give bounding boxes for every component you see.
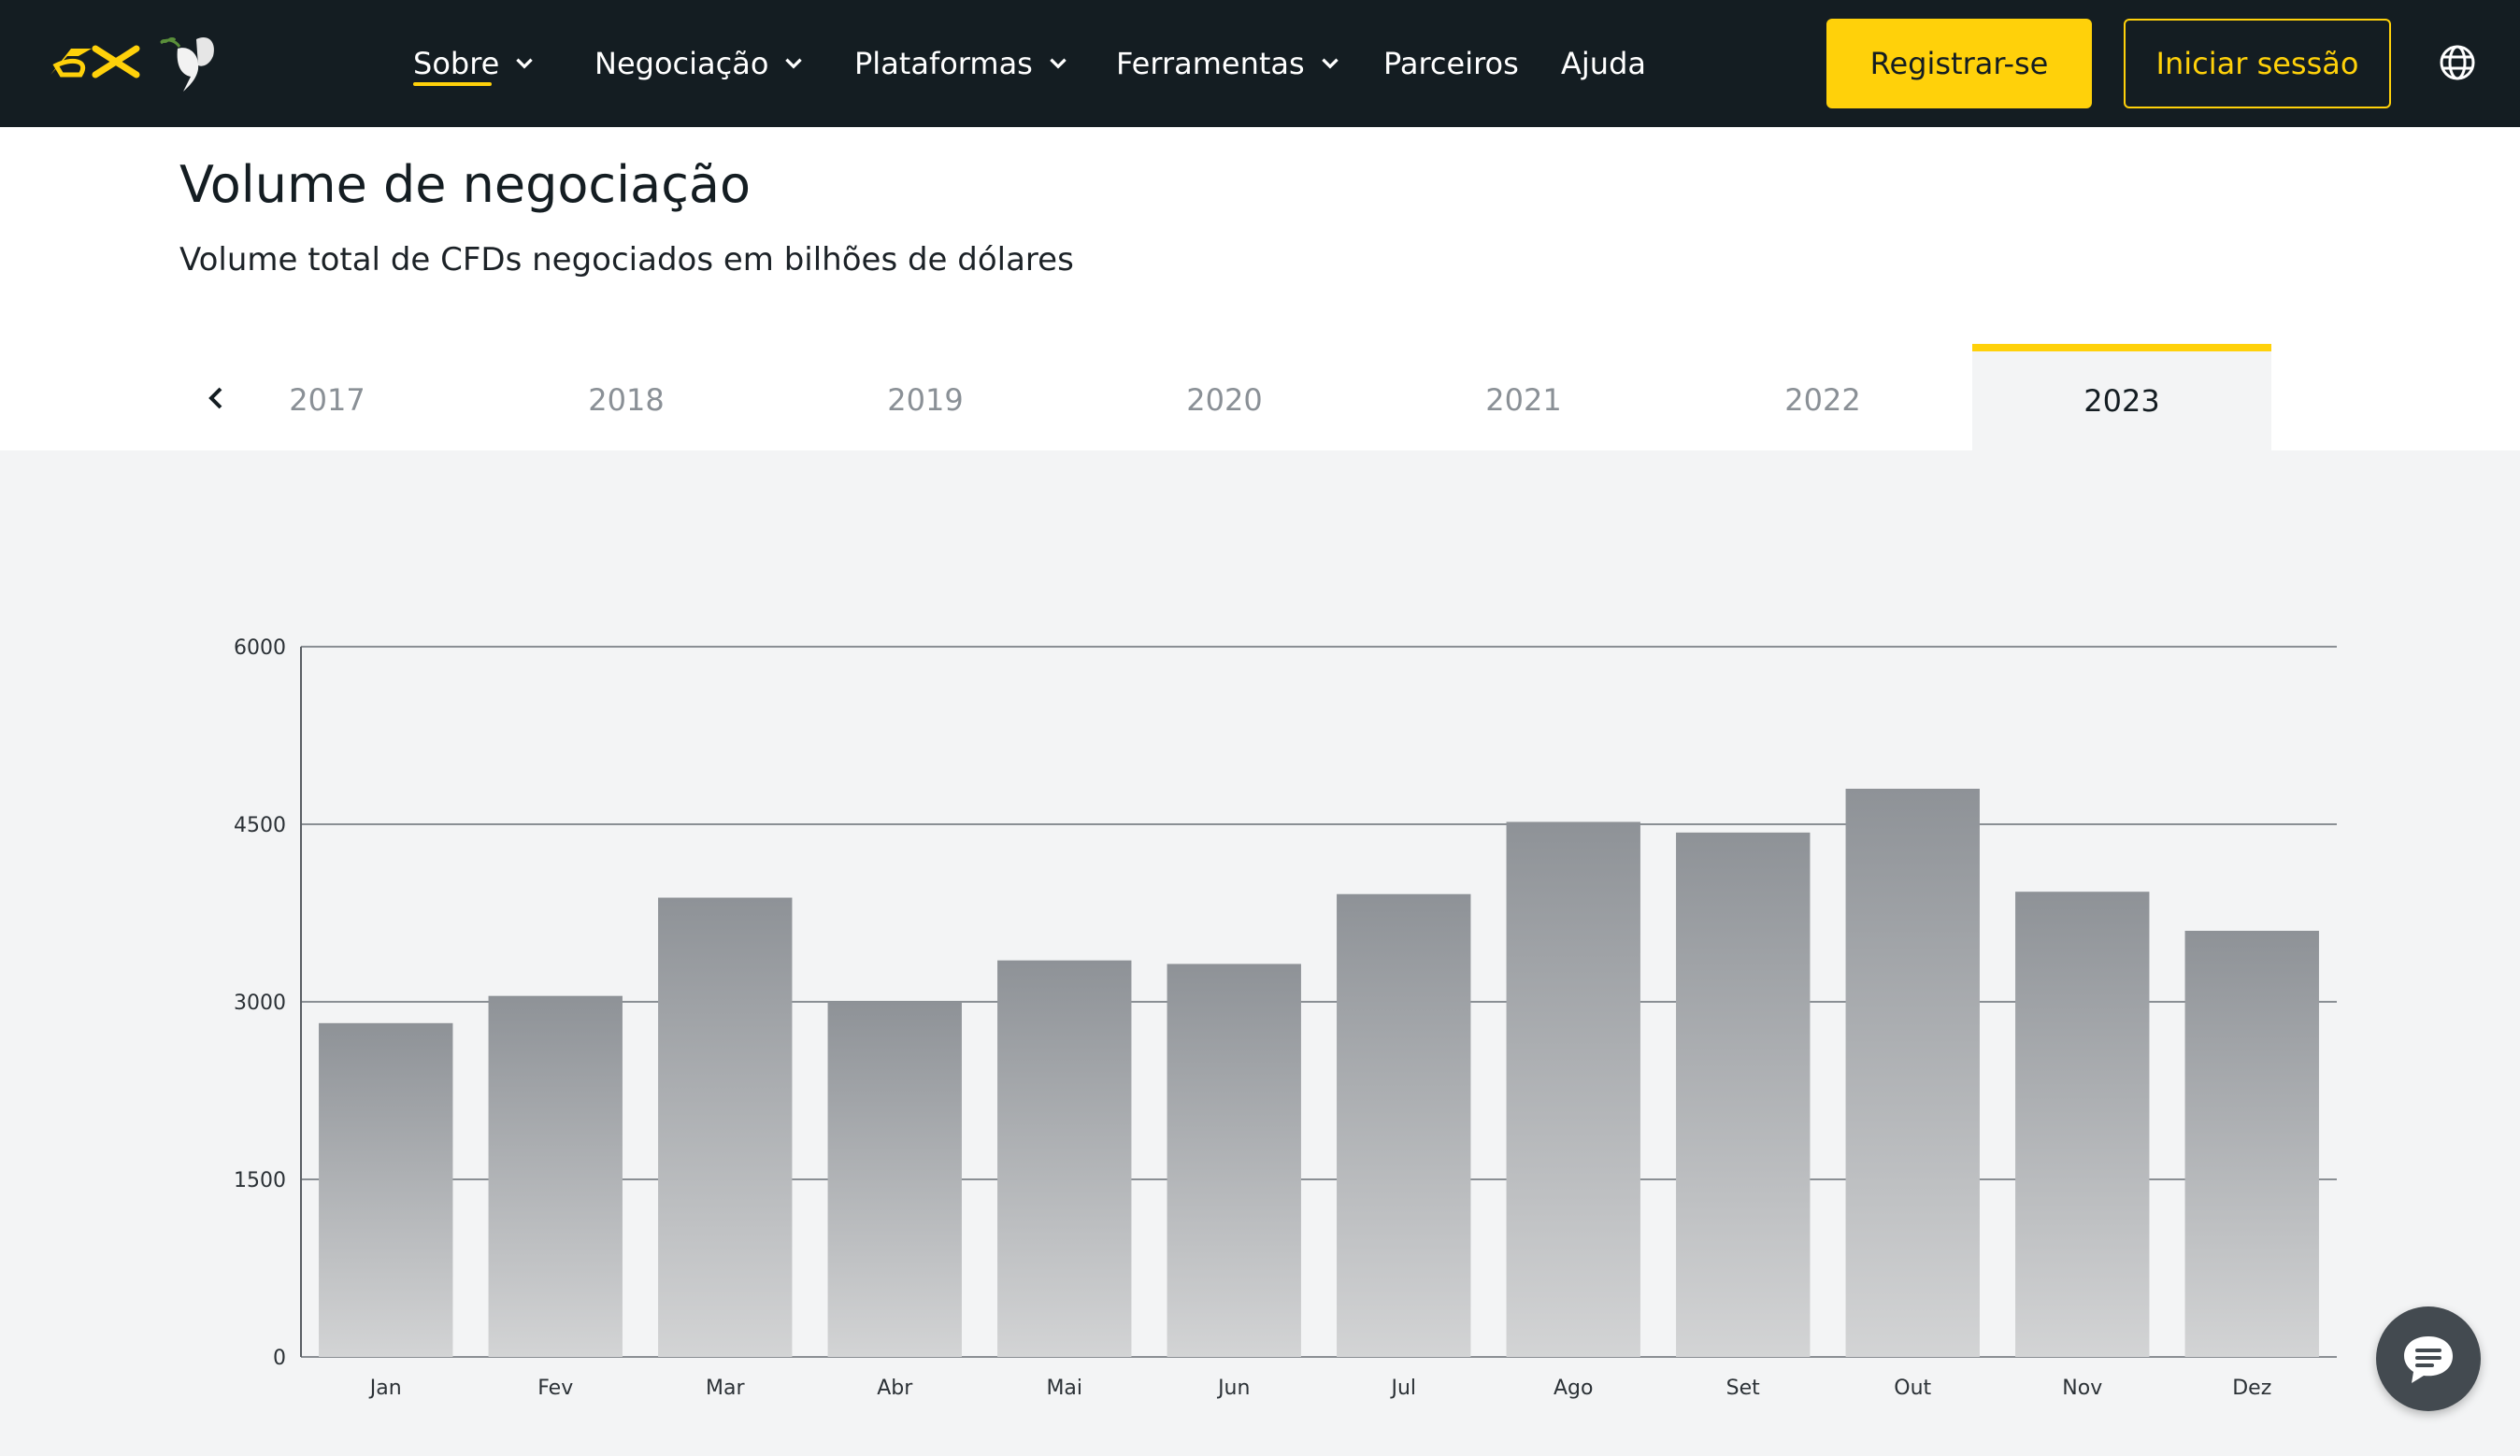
- chat-bubble-icon: [2404, 1336, 2453, 1383]
- trading-volume-chart: 0 1500 3000 4500 6000 Jan Fev Mar Abr Mai Jun Jul Ag…: [234, 636, 2337, 1400]
- x-tick-label: Mar: [706, 1377, 745, 1400]
- nav-ajuda[interactable]: Ajuda: [1561, 37, 1646, 90]
- bar-dez[interactable]: [2184, 931, 2319, 1357]
- x-tick-label: Jun: [1216, 1377, 1250, 1400]
- dove-icon: [160, 37, 214, 92]
- bar-nov[interactable]: [2015, 892, 2150, 1357]
- bar-jan[interactable]: [319, 1022, 453, 1357]
- chat-button[interactable]: [2376, 1306, 2481, 1411]
- year-tab-label: 2018: [588, 382, 665, 418]
- year-tab-2020[interactable]: 2020: [1075, 344, 1374, 450]
- year-tab-label: 2017: [289, 382, 365, 418]
- nav-ferramentas[interactable]: Ferramentas: [1116, 37, 1342, 90]
- bar-mai[interactable]: [997, 960, 1132, 1357]
- bar-out[interactable]: [1845, 789, 1980, 1357]
- bar-set[interactable]: [1676, 832, 1811, 1357]
- chevron-down-icon: [1321, 58, 1339, 69]
- bar-fev[interactable]: [488, 995, 623, 1357]
- bar-abr[interactable]: [827, 1002, 962, 1357]
- chevron-down-icon: [785, 58, 803, 69]
- year-tab-label: 2022: [1784, 382, 1861, 418]
- year-tab-label: 2020: [1186, 382, 1263, 418]
- year-tab-2022[interactable]: 2022: [1673, 344, 1972, 450]
- bar-jun[interactable]: [1167, 964, 1301, 1357]
- nav-parceiros[interactable]: Parceiros: [1383, 37, 1519, 90]
- x-tick-label: Nov: [2062, 1377, 2102, 1400]
- x-tick-label: Jan: [368, 1377, 402, 1400]
- register-button[interactable]: Registrar-se: [1826, 19, 2092, 108]
- x-tick-label: Out: [1894, 1377, 1931, 1400]
- x-tick-label: Mai: [1046, 1377, 1082, 1400]
- nav-negociacao[interactable]: Negociação: [594, 37, 806, 90]
- y-tick-label: 0: [273, 1347, 286, 1370]
- year-tab-label: 2021: [1485, 382, 1562, 418]
- globe-icon[interactable]: [2438, 43, 2477, 82]
- bar-jul[interactable]: [1337, 893, 1471, 1357]
- page-title: Volume de negociação: [179, 155, 752, 214]
- nav-ferramentas-label: Ferramentas: [1116, 46, 1305, 81]
- bar-ago[interactable]: [1506, 821, 1640, 1357]
- year-tab-label: 2019: [887, 382, 964, 418]
- nav-ajuda-label: Ajuda: [1561, 46, 1646, 81]
- nav-plataformas[interactable]: Plataformas: [854, 37, 1070, 90]
- exness-logo-icon[interactable]: [43, 37, 146, 84]
- x-tick-label: Abr: [877, 1377, 913, 1400]
- chart-panel: 0 1500 3000 4500 6000 Jan Fev Mar Abr Mai Jun Jul Ag…: [0, 450, 2520, 1456]
- x-tick-label: Dez: [2232, 1377, 2271, 1400]
- chevron-down-icon: [516, 58, 534, 69]
- x-tick-label: Fev: [537, 1377, 573, 1400]
- y-tick-label: 1500: [234, 1169, 286, 1192]
- y-tick-label: 3000: [234, 992, 286, 1015]
- chevron-down-icon: [1050, 58, 1067, 69]
- nav-parceiros-label: Parceiros: [1383, 46, 1519, 81]
- x-tick-label: Set: [1726, 1377, 1761, 1400]
- x-tick-label: Ago: [1554, 1377, 1593, 1400]
- x-tick-label: Jul: [1389, 1377, 1416, 1400]
- year-tab-label: 2023: [2083, 383, 2160, 419]
- y-tick-label: 4500: [234, 814, 286, 837]
- top-navbar: Sobre Negociação Plataformas Ferramentas…: [0, 0, 2520, 127]
- login-button[interactable]: Iniciar sessão: [2124, 19, 2391, 108]
- y-tick-label: 6000: [234, 636, 286, 660]
- year-tab-2019[interactable]: 2019: [776, 344, 1075, 450]
- nav-active-underline: [413, 82, 492, 86]
- bar-mar[interactable]: [658, 897, 793, 1357]
- nav-negociacao-label: Negociação: [594, 46, 769, 81]
- year-tab-2023[interactable]: 2023: [1972, 344, 2271, 450]
- nav-plataformas-label: Plataformas: [854, 46, 1033, 81]
- year-tab-2021[interactable]: 2021: [1374, 344, 1673, 450]
- year-tab-2017[interactable]: 2017: [178, 344, 477, 450]
- page-subtitle: Volume total de CFDs negociados em bilhõ…: [179, 241, 1074, 278]
- year-tab-2018[interactable]: 2018: [477, 344, 776, 450]
